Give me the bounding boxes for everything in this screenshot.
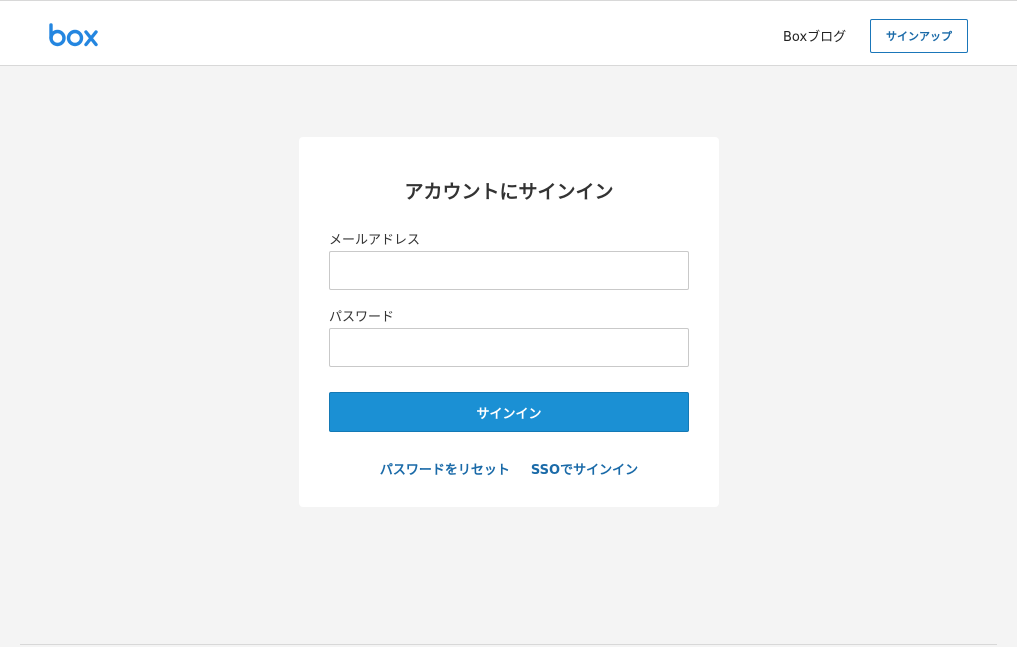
box-logo[interactable] (49, 17, 99, 53)
sso-sign-in-link[interactable]: SSOでサインイン (531, 459, 638, 478)
footer-divider (20, 644, 997, 645)
blog-link[interactable]: Boxブログ (783, 26, 846, 45)
reset-password-link[interactable]: パスワードをリセット (380, 459, 510, 478)
login-title: アカウントにサインイン (404, 181, 614, 203)
login-card: アカウントにサインイン メールアドレス パスワード サインイン パスワードをリセ… (299, 137, 719, 507)
top-header: Boxブログ サインアップ (0, 0, 1017, 66)
login-links: パスワードをリセット SSOでサインイン (299, 459, 719, 478)
email-field[interactable] (329, 251, 689, 290)
sign-in-button[interactable]: サインイン (329, 392, 689, 432)
signup-button[interactable]: サインアップ (870, 19, 968, 53)
password-field[interactable] (329, 328, 689, 367)
password-label: パスワード (329, 310, 395, 325)
email-label: メールアドレス (329, 233, 421, 248)
box-logo-icon (49, 23, 98, 47)
